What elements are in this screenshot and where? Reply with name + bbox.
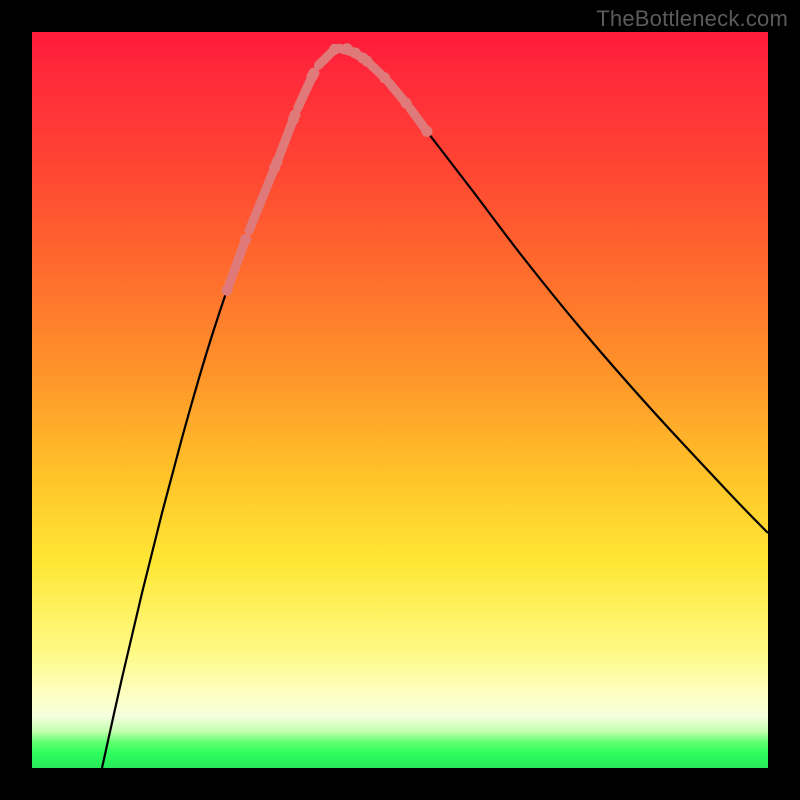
bottleneck-curve-line	[102, 48, 768, 768]
watermark-text: TheBottleneck.com	[596, 6, 788, 32]
highlight-dots	[222, 43, 433, 295]
plot-area	[32, 32, 768, 768]
curve-svg	[32, 32, 768, 768]
chart-frame: TheBottleneck.com	[0, 0, 800, 800]
